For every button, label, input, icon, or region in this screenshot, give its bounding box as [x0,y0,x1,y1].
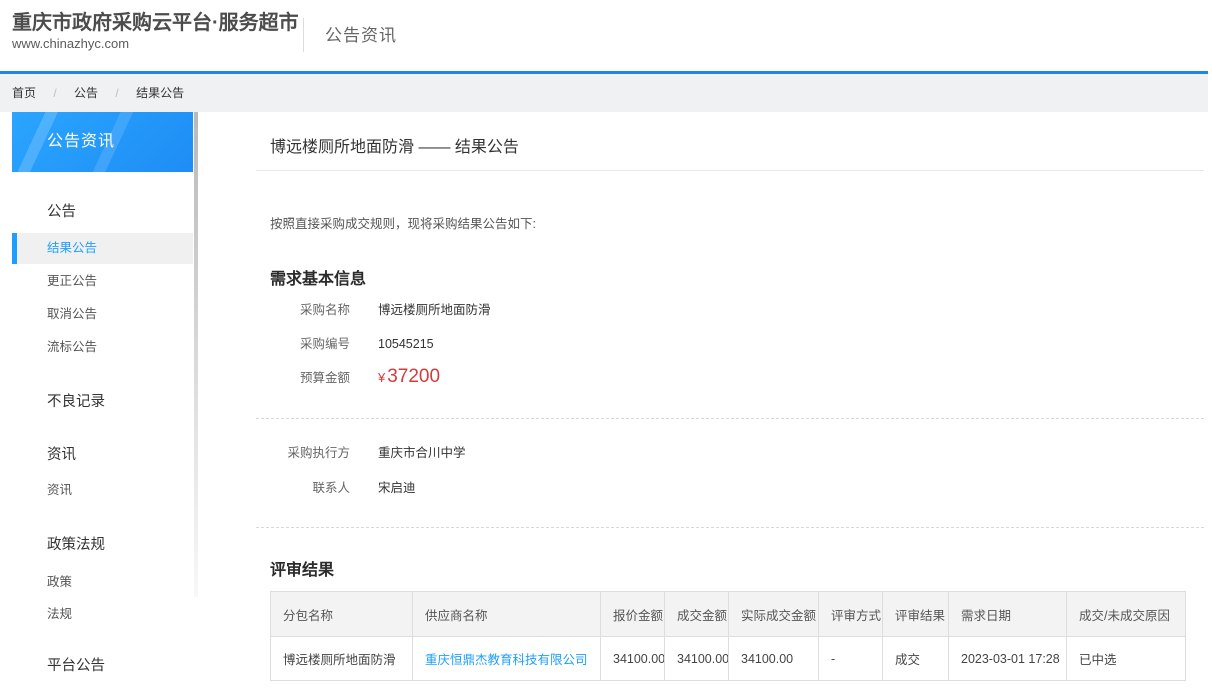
col-review-result: 评审结果 [883,592,949,637]
field-value: 博远楼厕所地面防滑 [378,303,491,317]
sidebar-section-news[interactable]: 资讯 [12,448,193,463]
field-row-executor: 采购执行方 重庆市合川中学 [270,446,466,460]
col-actual-deal-amount: 实际成交金额 [729,592,819,637]
sidebar-section-announcements[interactable]: 公告 [12,205,193,220]
sidebar-item-correction-announcements[interactable]: 更正公告 [12,275,193,288]
field-label: 采购名称 [270,303,350,317]
budget-value: 37200 [387,366,440,387]
sidebar-item-news[interactable]: 资讯 [12,484,193,497]
dashed-divider [256,418,1204,419]
cell-actual-deal-amount: 34100.00 [729,637,819,681]
breadcrumb-separator: / [53,86,56,100]
field-label: 联系人 [270,481,350,495]
field-label: 采购编号 [270,337,350,351]
sidebar-section-bad-records[interactable]: 不良记录 [12,395,193,410]
cell-deal-reason: 已中选 [1067,637,1186,681]
sidebar-section-platform-announcements[interactable]: 平台公告 [12,659,193,674]
field-row-procurement-code: 采购编号 10545215 [270,337,434,351]
page-title: 博远楼厕所地面防滑 —— 结果公告 [270,133,519,157]
results-table: 分包名称 供应商名称 报价金额 成交金额 实际成交金额 评审方式 评审结果 需求… [270,591,1186,681]
page: 重庆市政府采购云平台·服务超市 www.chinazhyc.com 公告资讯 首… [0,0,1212,695]
col-demand-date: 需求日期 [949,592,1067,637]
breadcrumb-separator: / [115,86,118,100]
col-package-name: 分包名称 [271,592,413,637]
field-row-contact: 联系人 宋启迪 [270,481,416,495]
cell-supplier-name: 重庆恒鼎杰教育科技有限公司 [413,637,601,681]
table-row: 博远楼厕所地面防滑 重庆恒鼎杰教育科技有限公司 34100.00 34100.0… [271,637,1186,681]
cell-review-result: 成交 [883,637,949,681]
breadcrumb-current: 结果公告 [136,86,184,100]
header-divider [303,18,304,52]
sidebar-item-regulations[interactable]: 法规 [12,608,193,621]
sidebar-banner: 公告资讯 [12,112,193,172]
sidebar: 公告资讯 公告 结果公告 更正公告 取消公告 流标公告 不良记录 资讯 资讯 政… [12,112,193,695]
col-deal-reason: 成交/未成交原因 [1067,592,1186,637]
yen-symbol: ¥ [378,370,385,385]
field-value: 宋启迪 [378,481,416,495]
field-value: 10545215 [378,337,434,351]
col-quote-amount: 报价金额 [601,592,665,637]
table-header-row: 分包名称 供应商名称 报价金额 成交金额 实际成交金额 评审方式 评审结果 需求… [271,592,1186,637]
breadcrumb-announcements[interactable]: 公告 [74,86,98,100]
main-content: 博远楼厕所地面防滑 —— 结果公告 按照直接采购成交规则，现将采购结果公告如下:… [256,112,1204,695]
dashed-divider [256,527,1204,528]
cell-quote-amount: 34100.00 [601,637,665,681]
field-row-budget: 预算金额 ¥37200 [270,367,440,388]
site-logo[interactable]: 重庆市政府采购云平台·服务超市 www.chinazhyc.com [12,11,299,51]
field-label: 采购执行方 [270,446,350,460]
top-header: 重庆市政府采购云平台·服务超市 www.chinazhyc.com 公告资讯 [0,0,1208,74]
sidebar-item-cancellation-announcements[interactable]: 取消公告 [12,308,193,321]
intro-text: 按照直接采购成交规则，现将采购结果公告如下: [270,213,536,232]
cell-review-method: - [819,637,883,681]
breadcrumb: 首页 / 公告 / 结果公告 [0,74,1208,112]
sidebar-section-policies-regulations[interactable]: 政策法规 [12,538,193,553]
col-deal-amount: 成交金额 [665,592,729,637]
sidebar-item-failed-bid-announcements[interactable]: 流标公告 [12,341,193,354]
cell-demand-date: 2023-03-01 17:28 [949,637,1067,681]
sidebar-item-policies[interactable]: 政策 [12,576,193,589]
col-review-method: 评审方式 [819,592,883,637]
field-value: 重庆市合川中学 [378,446,466,460]
basic-info-heading: 需求基本信息 [270,265,366,289]
site-title: 重庆市政府采购云平台·服务超市 [12,11,299,35]
col-supplier-name: 供应商名称 [413,592,601,637]
sidebar-scrollbar[interactable] [194,112,198,597]
title-divider [256,170,1204,171]
breadcrumb-home[interactable]: 首页 [12,86,36,100]
cell-deal-amount: 34100.00 [665,637,729,681]
supplier-link[interactable]: 重庆恒鼎杰教育科技有限公司 [425,653,588,667]
header-section-title: 公告资讯 [325,21,397,46]
cell-package-name: 博远楼厕所地面防滑 [271,637,413,681]
field-label: 预算金额 [270,368,350,388]
budget-amount: ¥37200 [378,366,440,387]
results-heading: 评审结果 [270,556,334,580]
field-row-procurement-name: 采购名称 博远楼厕所地面防滑 [270,303,491,317]
sidebar-item-result-announcements[interactable]: 结果公告 [12,233,193,264]
site-url: www.chinazhyc.com [12,36,299,51]
